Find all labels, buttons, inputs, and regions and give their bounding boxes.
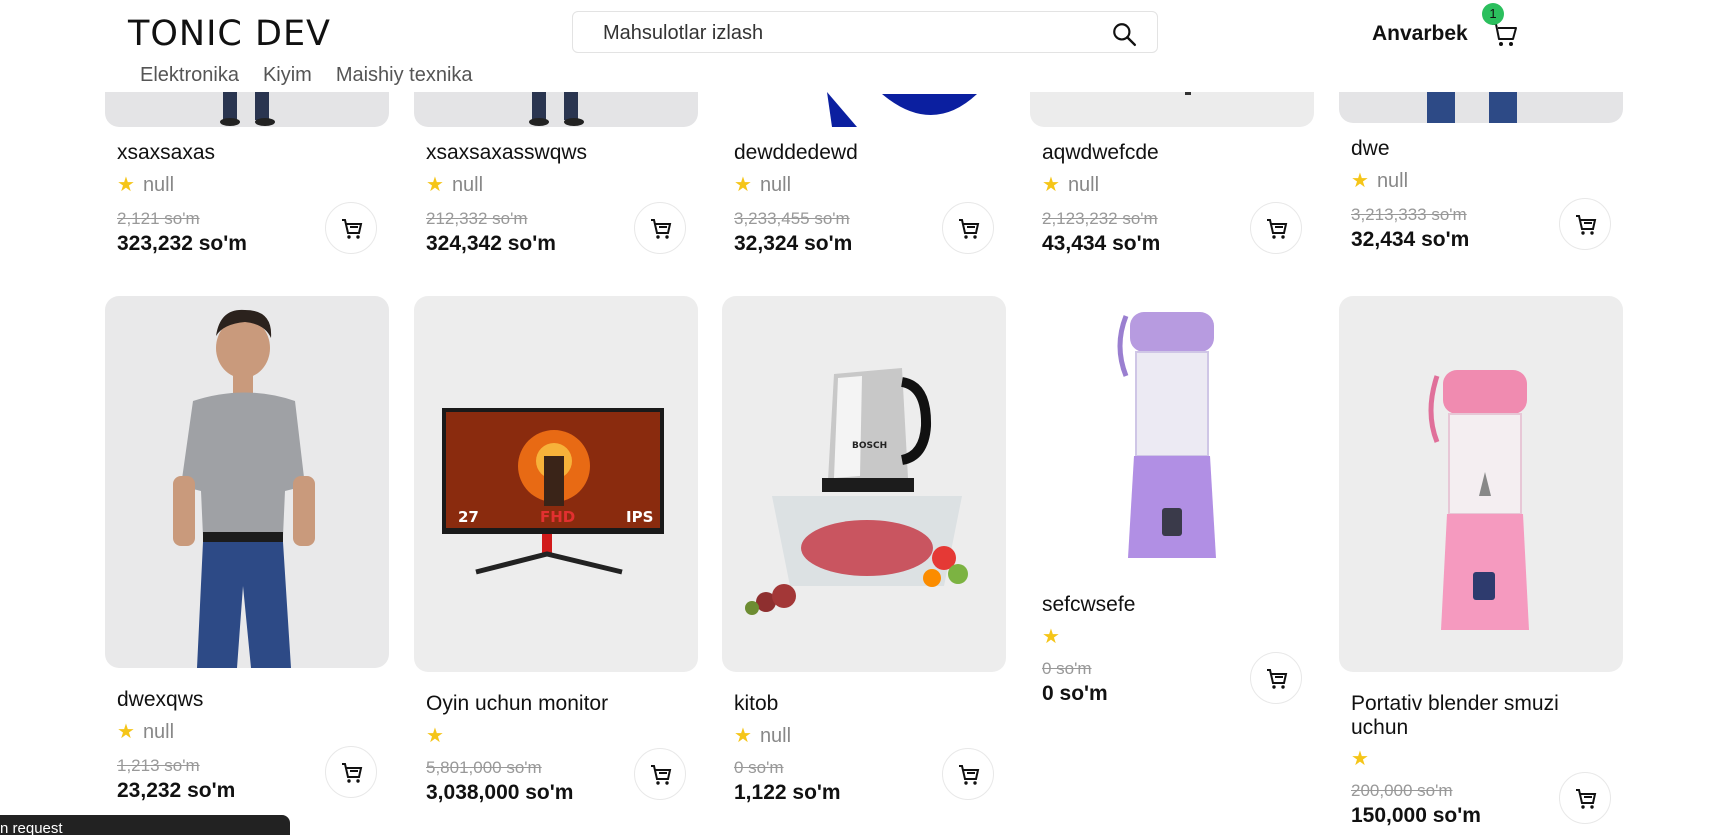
product-name[interactable]: dwexqws <box>117 688 203 712</box>
user-name[interactable]: Anvarbek <box>1372 22 1468 46</box>
price: 1,122 so'm <box>734 781 841 804</box>
monitor-size-label: 27 <box>458 508 479 526</box>
star-icon: ★ <box>117 721 135 743</box>
star-icon: ★ <box>734 725 752 747</box>
star-icon: ★ <box>1042 626 1060 648</box>
product-name[interactable]: Portativ blender smuzi uchun <box>1351 692 1611 740</box>
product-rating: ★ null <box>1351 170 1409 192</box>
old-price: 3,213,333 so'm <box>1351 205 1467 224</box>
add-to-cart-button[interactable] <box>634 202 686 254</box>
product-name[interactable]: xsaxsaxasswqws <box>426 141 587 165</box>
star-icon: ★ <box>117 174 135 196</box>
product-rating: ★ null <box>117 174 175 196</box>
cart-icon <box>1267 669 1288 689</box>
old-price: 5,801,000 so'm <box>426 758 542 777</box>
old-price: 1,213 so'm <box>117 756 200 775</box>
product-name[interactable]: dewddedewd <box>734 141 858 165</box>
product-image[interactable] <box>105 296 389 668</box>
product-rating: ★ null <box>734 174 792 196</box>
product-rating: ★ null <box>117 721 175 743</box>
category-elektronika[interactable]: Elektronika <box>140 64 239 87</box>
star-icon: ★ <box>1351 170 1369 192</box>
price: 23,232 so'm <box>117 779 236 802</box>
product-card[interactable]: Portativ blender smuzi uchun ★ 200,000 s… <box>1339 296 1623 827</box>
add-to-cart-button[interactable] <box>325 746 377 798</box>
toast-notification: n request <box>0 815 290 835</box>
add-to-cart-button[interactable] <box>634 748 686 800</box>
product-image[interactable]: BOSCH <box>722 296 1006 672</box>
add-to-cart-button[interactable] <box>1250 202 1302 254</box>
star-icon: ★ <box>426 725 444 747</box>
add-to-cart-button[interactable] <box>1559 772 1611 824</box>
cart-icon <box>959 765 980 785</box>
product-name[interactable]: kitob <box>734 692 778 716</box>
product-card[interactable]: sefcwsefe ★ 0 so'm 0 so'm <box>1030 296 1314 816</box>
product-name[interactable]: dwe <box>1351 137 1390 161</box>
old-price: 200,000 so'm <box>1351 781 1453 800</box>
cart-icon <box>1576 789 1597 809</box>
search-box <box>572 11 1158 53</box>
old-price: 2,123,232 so'm <box>1042 209 1158 228</box>
add-to-cart-button[interactable] <box>942 748 994 800</box>
old-price: 2,121 so'm <box>117 209 200 228</box>
product-name[interactable]: xsaxsaxas <box>117 141 215 165</box>
price: 3,038,000 so'm <box>426 781 574 804</box>
star-icon: ★ <box>1042 174 1060 196</box>
product-rating: ★ <box>1042 624 1068 649</box>
product-image[interactable]: 27 FHD IPS <box>414 296 698 672</box>
product-card[interactable]: BOSCH kitob ★ null 0 so'm 1,122 so'm <box>722 296 1006 816</box>
star-icon: ★ <box>1351 748 1369 770</box>
logo[interactable]: TONIC DEV <box>128 14 331 54</box>
search-icon[interactable] <box>1111 21 1137 47</box>
add-to-cart-button[interactable] <box>1559 198 1611 250</box>
monitor-fhd-label: FHD <box>540 508 575 526</box>
cart-icon <box>1576 215 1597 235</box>
cart-icon <box>959 219 980 239</box>
star-icon: ★ <box>734 174 752 196</box>
price: 0 so'm <box>1042 682 1108 705</box>
old-price: 0 so'm <box>734 758 784 777</box>
price: 323,232 so'm <box>117 232 247 255</box>
price: 324,342 so'm <box>426 232 556 255</box>
product-card[interactable]: dwexqws ★ null 1,213 so'm 23,232 so'm <box>105 296 389 816</box>
toast-text: n request <box>0 820 63 835</box>
cart-icon <box>1267 219 1288 239</box>
old-price: 212,332 so'm <box>426 209 528 228</box>
cart-icon <box>342 219 363 239</box>
add-to-cart-button[interactable] <box>1250 652 1302 704</box>
product-rating: ★ null <box>1042 174 1100 196</box>
product-rating: ★ null <box>734 725 792 747</box>
old-price: 3,233,455 so'm <box>734 209 850 228</box>
add-to-cart-button[interactable] <box>325 202 377 254</box>
product-name[interactable]: Oyin uchun monitor <box>426 692 608 716</box>
cart-count-badge: 1 <box>1482 3 1504 25</box>
product-name[interactable]: sefcwsefe <box>1042 593 1135 617</box>
product-rating: ★ <box>1351 746 1377 771</box>
category-maishiy-texnika[interactable]: Maishiy texnika <box>336 64 473 87</box>
cart-icon <box>651 219 672 239</box>
product-name[interactable]: aqwdwefcde <box>1042 141 1159 165</box>
product-card[interactable]: 27 FHD IPS Oyin uchun monitor ★ 5,801,00… <box>414 296 698 816</box>
product-rating: ★ <box>426 723 452 748</box>
add-to-cart-button[interactable] <box>942 202 994 254</box>
search-input[interactable] <box>601 20 1085 46</box>
price: 150,000 so'm <box>1351 804 1481 827</box>
header: TONIC DEV Elektronika Kiyim Maishiy texn… <box>0 0 1723 92</box>
product-image[interactable] <box>1030 296 1314 586</box>
product-rating: ★ null <box>426 174 484 196</box>
price: 32,324 so'm <box>734 232 853 255</box>
category-nav: Elektronika Kiyim Maishiy texnika <box>140 64 473 87</box>
cart-icon <box>651 765 672 785</box>
star-icon: ★ <box>426 174 444 196</box>
product-image[interactable] <box>1339 296 1623 672</box>
brand-label: BOSCH <box>852 441 887 451</box>
category-kiyim[interactable]: Kiyim <box>263 64 312 87</box>
monitor-ips-label: IPS <box>626 508 653 526</box>
old-price: 0 so'm <box>1042 659 1092 678</box>
price: 32,434 so'm <box>1351 228 1470 251</box>
cart-icon <box>342 763 363 783</box>
price: 43,434 so'm <box>1042 232 1161 255</box>
